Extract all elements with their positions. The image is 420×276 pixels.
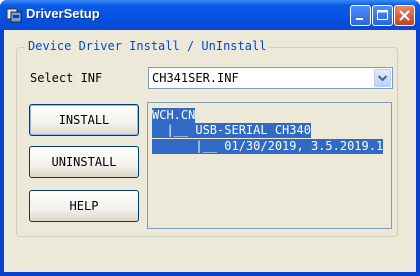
uninstall-button[interactable]: UNINSTALL [29, 146, 139, 178]
info-line-version[interactable]: |__ 01/30/2019, 3.5.2019.1 [152, 139, 384, 154]
minimize-button[interactable] [350, 5, 371, 26]
inf-dropdown-button[interactable] [374, 69, 391, 87]
close-icon [399, 10, 410, 21]
inf-select[interactable]: CH341SER.INF [148, 67, 393, 89]
help-button[interactable]: HELP [29, 190, 139, 222]
driver-info-list[interactable]: WCH.CN |__ USB-SERIAL CH340 |__ 01/30/20… [147, 102, 392, 229]
select-inf-label: Select INF [30, 71, 103, 85]
title-bar[interactable]: DriverSetup [0, 0, 420, 30]
info-line-device[interactable]: |__ USB-SERIAL CH340 [152, 123, 311, 138]
maximize-button[interactable] [372, 5, 393, 26]
info-line-vendor[interactable]: WCH.CN [152, 108, 196, 123]
app-icon [6, 8, 22, 23]
inf-select-value: CH341SER.INF [152, 71, 239, 85]
install-button[interactable]: INSTALL [29, 104, 139, 136]
minimize-icon [356, 18, 363, 20]
group-legend: Device Driver Install / UnInstall [25, 39, 270, 53]
maximize-icon [377, 10, 388, 20]
close-button[interactable] [394, 5, 415, 26]
window-title: DriverSetup [26, 6, 100, 21]
chevron-down-icon [377, 75, 388, 82]
